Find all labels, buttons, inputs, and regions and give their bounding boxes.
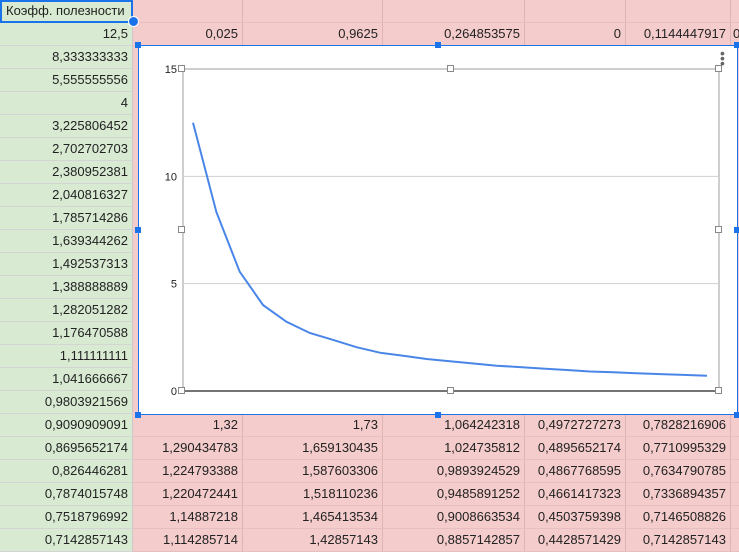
cell[interactable] xyxy=(731,460,739,483)
cell[interactable]: 0,264853575 xyxy=(383,23,525,46)
cell[interactable]: 1,024735812 xyxy=(383,437,525,460)
cell[interactable]: 0,7142857143 xyxy=(626,529,731,552)
cell[interactable]: 0,9008663534 xyxy=(383,506,525,529)
cell[interactable]: 1,785714286 xyxy=(0,207,133,230)
cell[interactable]: 0,7518796992 xyxy=(0,506,133,529)
cell[interactable]: 5,555555556 xyxy=(0,69,133,92)
resize-handle[interactable] xyxy=(135,42,141,48)
cell[interactable]: 0,7142857143 xyxy=(0,529,133,552)
cell[interactable] xyxy=(731,529,739,552)
cell[interactable]: 0,9090909091 xyxy=(0,414,133,437)
cell[interactable]: 0,9485891252 xyxy=(383,483,525,506)
cell[interactable]: 1,064242318 xyxy=(383,414,525,437)
cell[interactable]: 0,7828216906 xyxy=(626,414,731,437)
cell[interactable]: 0,7634790785 xyxy=(626,460,731,483)
y-axis-ticks: 0 5 10 15 xyxy=(165,64,177,398)
cell[interactable]: 0,4428571429 xyxy=(525,529,626,552)
cell[interactable]: 1,32 xyxy=(133,414,243,437)
resize-handle[interactable] xyxy=(734,412,739,418)
cell[interactable]: 0,4972727273 xyxy=(525,414,626,437)
cell[interactable]: 1,114285714 xyxy=(133,529,243,552)
cell[interactable]: 8,333333333 xyxy=(0,46,133,69)
cell[interactable]: 1,73 xyxy=(243,414,383,437)
cell[interactable]: 1,290434783 xyxy=(133,437,243,460)
cell[interactable]: 0,4503759398 xyxy=(525,506,626,529)
y-tick-label: 10 xyxy=(165,171,177,183)
cell[interactable]: 1,587603306 xyxy=(243,460,383,483)
cell[interactable]: 1,465413534 xyxy=(243,506,383,529)
plot-area-handle[interactable] xyxy=(178,65,185,72)
plot-area-handle[interactable] xyxy=(178,387,185,394)
cell[interactable]: 0,8695652174 xyxy=(0,437,133,460)
cell[interactable]: 1,518110236 xyxy=(243,483,383,506)
cell[interactable]: 0,4895652174 xyxy=(525,437,626,460)
y-tick-label: 5 xyxy=(171,279,177,291)
cell[interactable]: 0,9625 xyxy=(243,23,383,46)
cell[interactable]: 0,7874015748 xyxy=(0,483,133,506)
plot-area-handle[interactable] xyxy=(178,226,185,233)
cell[interactable]: 1,659130435 xyxy=(243,437,383,460)
y-tick-label: 15 xyxy=(165,64,177,76)
cell[interactable]: 4 xyxy=(0,92,133,115)
y-tick-label: 0 xyxy=(171,386,177,398)
cell[interactable]: 1,14887218 xyxy=(133,506,243,529)
cell[interactable] xyxy=(525,0,626,23)
cell[interactable]: 0,1144447917 xyxy=(626,23,731,46)
resize-handle[interactable] xyxy=(135,412,141,418)
cell[interactable] xyxy=(731,483,739,506)
plot-area-handle[interactable] xyxy=(715,387,722,394)
cell[interactable] xyxy=(383,0,525,23)
cell[interactable]: 1,041666667 xyxy=(0,368,133,391)
line-chart[interactable]: 0 5 10 15 xyxy=(138,45,738,415)
cell[interactable] xyxy=(731,437,739,460)
cell[interactable]: 1,42857143 xyxy=(243,529,383,552)
cell[interactable]: 2,702702703 xyxy=(0,138,133,161)
cell[interactable]: 0,4867768595 xyxy=(525,460,626,483)
cell[interactable]: 1,388888889 xyxy=(0,276,133,299)
cell[interactable]: 0,025 xyxy=(133,23,243,46)
cell[interactable]: 12,5 xyxy=(0,23,133,46)
cell[interactable]: 1,224793388 xyxy=(133,460,243,483)
cell[interactable]: 1,492537313 xyxy=(0,253,133,276)
plot-area-handle[interactable] xyxy=(715,226,722,233)
cell[interactable]: 0 xyxy=(525,23,626,46)
cell[interactable] xyxy=(731,0,739,23)
cell[interactable]: 2,380952381 xyxy=(0,161,133,184)
cell[interactable]: 2,040816327 xyxy=(0,184,133,207)
cell[interactable]: 0,9803921569 xyxy=(0,391,133,414)
resize-handle[interactable] xyxy=(135,227,141,233)
resize-handle[interactable] xyxy=(435,412,441,418)
cell[interactable]: 0,826446281 xyxy=(0,460,133,483)
cell[interactable]: 0,9893924529 xyxy=(383,460,525,483)
cell[interactable]: 1,176470588 xyxy=(0,322,133,345)
plot-area xyxy=(182,68,720,392)
selection-fill-handle[interactable] xyxy=(128,16,139,27)
cell[interactable]: 0,7146508826 xyxy=(626,506,731,529)
cell[interactable] xyxy=(133,0,243,23)
cell[interactable]: 3,225806452 xyxy=(0,115,133,138)
cell[interactable]: 1,111111111 xyxy=(0,345,133,368)
more-vert-icon[interactable]: • • • xyxy=(720,46,726,70)
cell[interactable] xyxy=(626,0,731,23)
cell[interactable] xyxy=(731,506,739,529)
cell[interactable] xyxy=(243,0,383,23)
cell[interactable]: 1,220472441 xyxy=(133,483,243,506)
resize-handle[interactable] xyxy=(435,42,441,48)
cell[interactable]: 1,282051282 xyxy=(0,299,133,322)
header-cell-utility-coefficient[interactable]: Коэфф. полезности xyxy=(0,0,133,23)
plot-area-handle[interactable] xyxy=(447,65,454,72)
plot-area-handle[interactable] xyxy=(447,387,454,394)
cell[interactable]: 0,4661417323 xyxy=(525,483,626,506)
chart-svg: 0 5 10 15 xyxy=(165,64,720,398)
cell[interactable]: 0,8857142857 xyxy=(383,529,525,552)
cell[interactable]: 1,639344262 xyxy=(0,230,133,253)
resize-handle[interactable] xyxy=(734,227,739,233)
cell[interactable]: 0,7710995329 xyxy=(626,437,731,460)
resize-handle[interactable] xyxy=(734,42,739,48)
cell[interactable]: 0,7336894357 xyxy=(626,483,731,506)
